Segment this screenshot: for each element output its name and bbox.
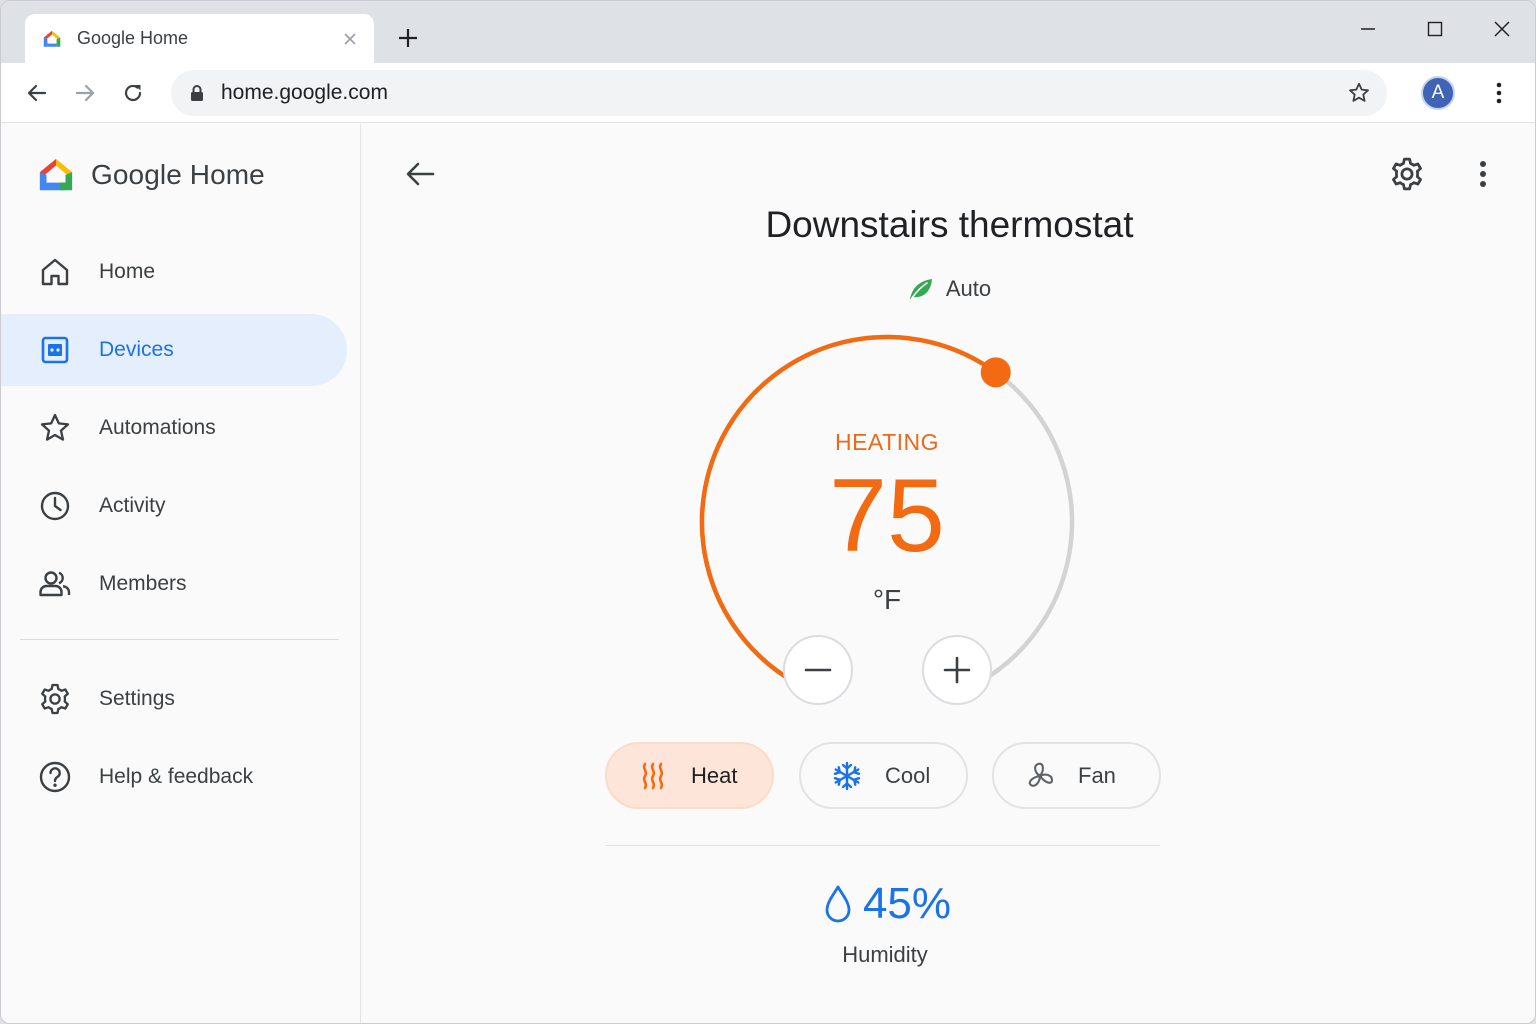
humidity-label: Humidity — [842, 942, 928, 967]
sidebar-item-automations[interactable]: Automations — [1, 392, 347, 464]
tab-close-icon[interactable] — [340, 29, 360, 49]
heat-icon — [637, 760, 669, 792]
mode-label-fan: Fan — [1078, 762, 1116, 788]
star-icon — [37, 410, 73, 446]
temperature-unit: °F — [872, 584, 902, 615]
sidebar-item-label: Home — [99, 260, 156, 283]
address-bar[interactable]: home.google.com — [171, 70, 1387, 116]
plus-icon — [943, 656, 971, 684]
profile-avatar[interactable]: A — [1421, 76, 1455, 110]
home-icon — [37, 254, 73, 290]
humidity-readout: 45% — [362, 879, 1412, 929]
mode-fan-button[interactable]: Fan — [992, 742, 1161, 809]
sidebar-divider — [20, 639, 339, 640]
sidebar-item-label: Activity — [99, 494, 166, 517]
snowflake-icon — [831, 760, 863, 792]
browser-menu-button[interactable] — [1481, 75, 1517, 111]
browser-window: Google Home home.google.com A Google Hom… — [0, 0, 1536, 1024]
sidebar-item-devices[interactable]: Devices — [1, 314, 347, 386]
brand[interactable]: Google Home — [37, 156, 265, 194]
new-tab-button[interactable] — [393, 23, 423, 53]
sidebar-item-members[interactable]: Members — [1, 548, 347, 620]
mode-label-heat: Heat — [691, 762, 738, 788]
thermostat-panel: Downstairs thermostat Auto HEATING 75 °F… — [362, 124, 1535, 1023]
sidebar-item-activity[interactable]: Activity — [1, 470, 347, 542]
mode-label-cool: Cool — [885, 762, 931, 788]
minimize-button[interactable] — [1334, 1, 1401, 57]
sidebar-item-home[interactable]: Home — [1, 236, 347, 308]
setpoint-temperature: 75 — [829, 458, 945, 574]
arrow-right-icon — [75, 84, 95, 102]
help-icon — [37, 759, 73, 795]
url-text: home.google.com — [221, 81, 388, 104]
sidebar-item-label: Devices — [99, 338, 174, 361]
sidebar-item-label: Members — [99, 572, 187, 595]
mode-cool-button[interactable]: Cool — [799, 742, 968, 809]
tab-strip: Google Home — [1, 1, 1535, 63]
brand-name: Google Home — [91, 159, 265, 190]
devices-icon — [37, 332, 73, 368]
arrow-left-icon — [27, 84, 47, 102]
mode-heat-button[interactable]: Heat — [605, 742, 774, 809]
back-button[interactable] — [19, 75, 55, 111]
browser-toolbar: home.google.com A — [1, 63, 1535, 123]
reload-button[interactable] — [115, 75, 151, 111]
browser-tab[interactable]: Google Home — [25, 14, 374, 63]
bookmark-star-icon[interactable] — [1339, 73, 1379, 113]
increase-temp-button[interactable] — [922, 635, 992, 705]
more-vert-icon — [1480, 161, 1486, 187]
forward-button[interactable] — [67, 75, 103, 111]
tab-title: Google Home — [77, 28, 189, 48]
close-window-button[interactable] — [1468, 1, 1535, 57]
sidebar-item-settings[interactable]: Settings — [1, 663, 347, 735]
sidebar-item-label: Automations — [99, 416, 216, 439]
lock-icon — [191, 85, 203, 101]
water-drop-icon — [825, 885, 851, 923]
sidebar-item-help[interactable]: Help & feedback — [1, 741, 347, 813]
sidebar-item-label: Settings — [99, 687, 175, 710]
members-icon — [37, 566, 73, 602]
maximize-button[interactable] — [1401, 1, 1468, 57]
window-controls — [1334, 1, 1535, 57]
reload-icon — [124, 84, 142, 102]
humidity-value: 45% — [862, 879, 952, 928]
gear-icon — [37, 681, 73, 717]
more-vert-icon — [1496, 82, 1502, 104]
google-home-logo-icon — [39, 158, 73, 191]
section-divider — [605, 845, 1160, 846]
minus-icon — [804, 668, 832, 672]
clock-icon — [37, 488, 73, 524]
fan-icon — [1024, 760, 1056, 792]
decrease-temp-button[interactable] — [783, 635, 853, 705]
thermostat-dial[interactable] — [362, 124, 1412, 724]
device-more-options-button[interactable] — [1459, 150, 1507, 198]
heating-status: HEATING — [834, 429, 940, 455]
sidebar: Google Home Home Devices Automations Act — [1, 124, 361, 1023]
google-home-favicon-icon — [43, 30, 61, 47]
dial-handle[interactable] — [980, 357, 1011, 388]
sidebar-item-label: Help & feedback — [99, 765, 254, 788]
